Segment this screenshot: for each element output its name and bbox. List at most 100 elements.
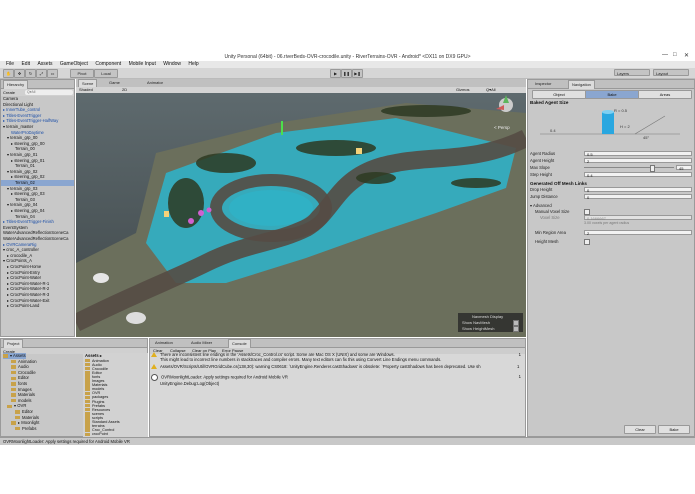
tab-game[interactable]: Game xyxy=(106,79,123,87)
project-folder[interactable]: Prefabs xyxy=(15,426,36,432)
height-mesh-checkbox[interactable] xyxy=(584,239,590,245)
min-region-input[interactable]: 2 xyxy=(584,230,692,236)
message-count-badge: 1 xyxy=(518,352,521,357)
agent-size-diagram: R = 0.5 H = 2 0.4 45° xyxy=(540,108,680,140)
folder-label: ▾ Assets xyxy=(10,353,26,358)
menu-gameobject[interactable]: GameObject xyxy=(60,61,88,68)
drop-height-input[interactable]: 0 xyxy=(584,187,692,193)
folder-icon xyxy=(85,432,90,437)
console-message[interactable]: OVRMoonlightLoader: Apply settings requi… xyxy=(151,374,521,386)
rotate-tool-icon[interactable]: ↻ xyxy=(25,69,36,78)
menu-help[interactable]: Help xyxy=(188,61,198,68)
folder-label: fonts xyxy=(18,381,28,386)
agent-radius-input[interactable]: 0.5 xyxy=(584,151,692,157)
folder-icon xyxy=(7,404,12,409)
tab-hierarchy[interactable]: Hierarchy xyxy=(3,80,29,89)
minimize-icon[interactable]: — xyxy=(662,52,668,58)
folder-icon xyxy=(11,370,16,375)
console-message[interactable]: There are inconsistent line endings in t… xyxy=(151,352,521,362)
tab-audio-mixer[interactable]: Audio Mixer xyxy=(188,339,215,347)
subtab-object[interactable]: Object xyxy=(532,90,586,99)
max-slope-input[interactable]: 45 xyxy=(676,165,692,171)
subtab-bake[interactable]: Bake xyxy=(585,90,639,99)
step-height-input[interactable]: 0.4 xyxy=(584,172,692,178)
move-tool-icon[interactable]: ✥ xyxy=(14,69,25,78)
max-slope-handle[interactable] xyxy=(650,165,655,172)
manual-voxel-label: Manual Voxel Size xyxy=(535,209,570,214)
asset-item[interactable]: crocPoint xyxy=(85,432,108,436)
folder-icon xyxy=(3,354,8,358)
folder-icon xyxy=(11,382,16,386)
project-tabbar: Project xyxy=(1,339,147,348)
menu-mobile-input[interactable]: Mobile Input xyxy=(129,61,156,68)
menu-bar: File Edit Assets GameObject Component Mo… xyxy=(0,61,695,68)
menu-assets[interactable]: Assets xyxy=(37,61,52,68)
tab-animator[interactable]: Animator xyxy=(144,79,166,87)
local-toggle[interactable]: Local xyxy=(94,69,118,78)
hierarchy-item[interactable]: ▸ CrocPoint-Land xyxy=(1,303,74,309)
hierarchy-toolbar: Create Q▾All xyxy=(1,89,74,96)
folder-label: Materials xyxy=(22,414,39,420)
svg-text:0.4: 0.4 xyxy=(550,128,556,133)
folder-icon xyxy=(11,359,16,364)
layers-dropdown[interactable]: Layers xyxy=(614,69,650,76)
advanced-foldout[interactable]: ▾ Advanced xyxy=(530,203,552,208)
console-tabbar: Animation Audio Mixer Console xyxy=(150,339,525,348)
hierarchy-create-button[interactable]: Create xyxy=(3,90,15,95)
step-height-label: Step Height xyxy=(530,172,552,177)
terrain-navmesh-render: < Persp xyxy=(76,93,526,337)
tab-console[interactable]: Console xyxy=(228,339,251,348)
max-slope-label: Max Slope xyxy=(530,165,550,170)
folder-label: Crocodile xyxy=(18,369,36,375)
scene-viewport[interactable]: < Persp xyxy=(76,93,526,337)
menu-window[interactable]: Window xyxy=(163,61,181,68)
project-assets-list: Assets ▸ Animation Audio Crocodile Editor fo… xyxy=(83,353,148,437)
navmesh-display-overlay: Navmesh Display Show NavMesh Show Height… xyxy=(458,313,523,332)
tab-animation[interactable]: Animation xyxy=(152,339,176,347)
offmesh-title: Generated Off Mesh Links xyxy=(530,181,587,186)
svg-text:45°: 45° xyxy=(643,135,649,140)
folder-label: Editor xyxy=(22,409,33,414)
tab-navigation[interactable]: Navigation xyxy=(568,80,595,89)
folder-label: Animation xyxy=(18,358,37,364)
menu-file[interactable]: File xyxy=(6,61,14,68)
tab-inspector[interactable]: Inspector xyxy=(532,80,554,88)
agent-height-input[interactable]: 2 xyxy=(584,158,692,164)
bake-button[interactable]: Bake xyxy=(658,425,690,434)
pause-button[interactable]: ❚❚ xyxy=(341,69,352,78)
voxel-size-input: 0.1666667 xyxy=(584,215,692,221)
inspector-tabbar: Inspector Navigation xyxy=(528,80,694,89)
tab-project[interactable]: Project xyxy=(3,339,24,348)
rect-tool-icon[interactable]: ▭ xyxy=(47,69,58,78)
maximize-icon[interactable]: □ xyxy=(673,52,677,58)
scale-tool-icon[interactable]: ⤢ xyxy=(36,69,47,78)
toolbar: ✋ ✥ ↻ ⤢ ▭ Pivot Local ▶ ❚❚ ▶❚ Layers Lay… xyxy=(0,68,695,79)
max-slope-slider[interactable] xyxy=(584,167,674,168)
close-icon[interactable]: ✕ xyxy=(684,52,689,59)
svg-text:H = 2: H = 2 xyxy=(620,124,630,129)
window-title: Unity Personal (64bit) - 06.riverBeds-OV… xyxy=(224,54,471,60)
layout-dropdown[interactable]: Layout xyxy=(653,69,689,76)
menu-edit[interactable]: Edit xyxy=(21,61,30,68)
console-message[interactable]: Assets/OVR/Scripts/Util/OVRGridCube.cs(1… xyxy=(151,364,521,370)
navmesh-display-title: Navmesh Display xyxy=(472,314,504,319)
subtab-areas[interactable]: Areas xyxy=(638,90,692,99)
hierarchy-search-input[interactable]: Q▾All xyxy=(25,90,73,95)
menu-component[interactable]: Component xyxy=(95,61,121,68)
folder-icon xyxy=(11,376,16,381)
hierarchy-tabbar: Hierarchy xyxy=(1,80,74,89)
folder-icon xyxy=(15,415,20,420)
play-button[interactable]: ▶ xyxy=(330,69,341,78)
hand-tool-icon[interactable]: ✋ xyxy=(3,69,14,78)
project-panel: Project Create ▾ Assets Animation Audio Cro… xyxy=(0,338,148,437)
jump-distance-input[interactable]: 0 xyxy=(584,194,692,200)
show-heightmesh-checkbox[interactable] xyxy=(513,326,519,332)
folder-label: Editor xyxy=(18,375,29,381)
step-button[interactable]: ▶❚ xyxy=(352,69,363,78)
folder-icon xyxy=(11,387,16,392)
folder-label: models xyxy=(18,397,32,403)
folder-icon xyxy=(15,426,20,431)
clear-button[interactable]: Clear xyxy=(624,425,656,434)
pivot-toggle[interactable]: Pivot xyxy=(70,69,94,78)
folder-icon xyxy=(11,393,16,397)
